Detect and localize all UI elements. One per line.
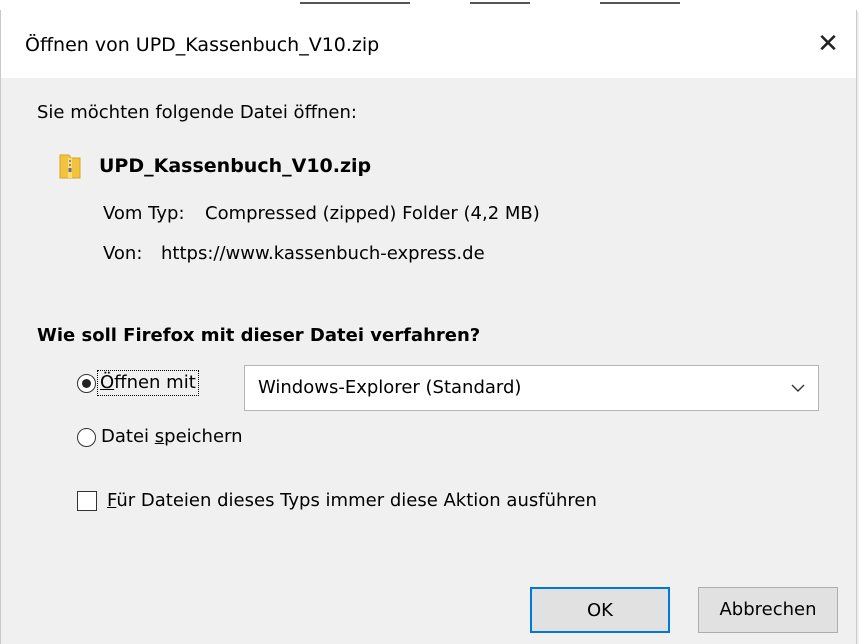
save-file-radio[interactable] [77,428,96,447]
cancel-button[interactable]: Abbrechen [698,587,838,633]
action-question: Wie soll Firefox mit dieser Datei verfah… [37,325,481,346]
zip-folder-icon [59,154,81,179]
always-action-label-text: ür Dateien dieses Typs immer diese Aktio… [116,490,597,511]
from-label: Von: [103,243,143,264]
open-with-label-text: ffnen mit [114,372,196,393]
open-with-radio[interactable] [77,374,96,393]
background-artifact [600,2,680,4]
dialog-title: Öffnen von UPD_Kassenbuch_V10.zip [25,34,380,56]
file-name: UPD_Kassenbuch_V10.zip [99,155,372,177]
type-label: Vom Typ: [103,203,185,224]
background-artifact [470,2,530,4]
selected-app: Windows-Explorer (Standard) [258,377,522,398]
open-with-app-select[interactable]: Windows-Explorer (Standard) [244,365,819,411]
radio-selected-dot [81,378,91,388]
type-value: Compressed (zipped) Folder (4,2 MB) [205,203,540,224]
download-dialog: Öffnen von UPD_Kassenbuch_V10.zip ✕ Sie … [0,10,857,644]
open-with-mnemonic: Ö [100,372,115,393]
close-icon[interactable]: ✕ [808,24,848,64]
always-action-checkbox[interactable] [77,491,97,511]
ok-button[interactable]: OK [530,587,670,633]
title-bar: Öffnen von UPD_Kassenbuch_V10.zip ✕ [1,10,856,78]
always-action-mnemonic: F [107,490,117,511]
from-value: https://www.kassenbuch-express.de [161,243,485,264]
background-artifact [300,2,410,4]
chevron-down-icon [791,384,805,392]
save-file-label-text-end: peichern [164,426,243,447]
always-action-label[interactable]: Für Dateien dieses Typs immer diese Akti… [107,490,597,512]
save-file-label[interactable]: Datei speichern [101,426,243,448]
save-file-label-text: Datei [101,426,155,447]
lead-text: Sie möchten folgende Datei öffnen: [37,102,357,123]
open-with-label[interactable]: Öffnen mit [97,370,199,396]
save-file-mnemonic: s [154,426,165,447]
